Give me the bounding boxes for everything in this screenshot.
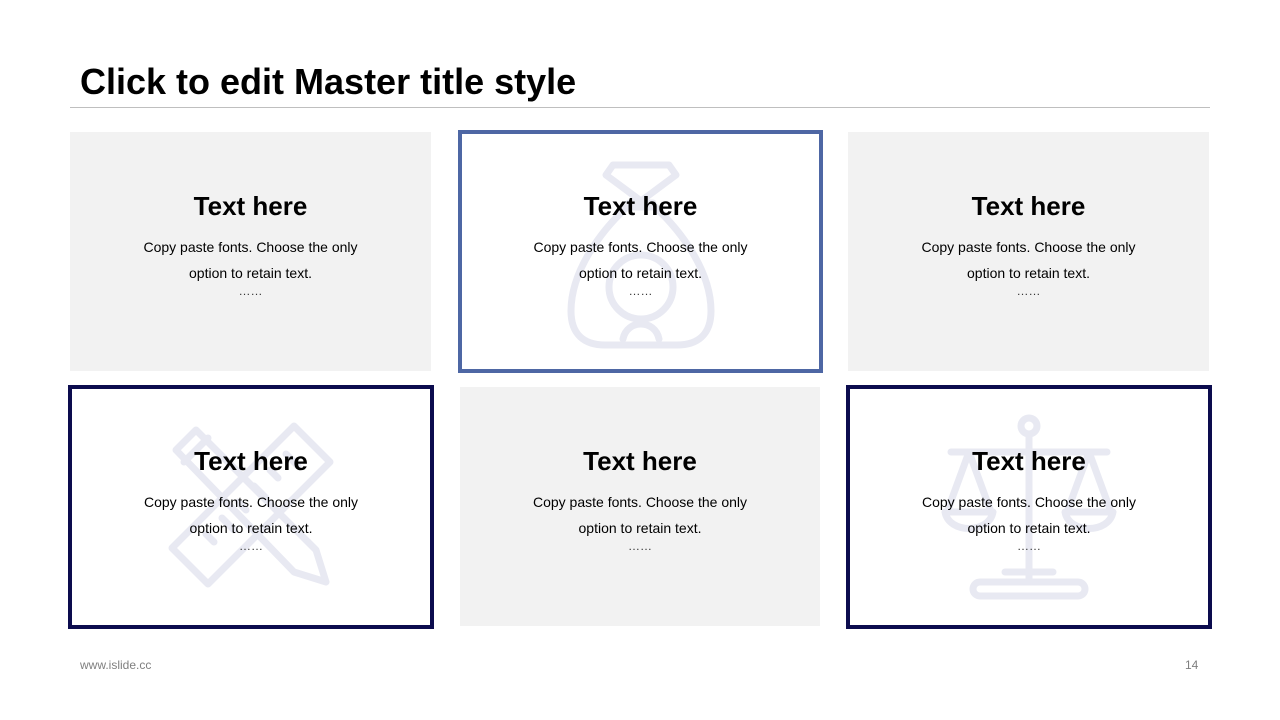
card-heading: Text here <box>583 191 698 221</box>
title-divider <box>70 107 1210 108</box>
card-ellipsis: …… <box>1017 539 1041 553</box>
footer-url: www.islide.cc <box>80 658 152 672</box>
card-heading: Text here <box>193 191 308 221</box>
card-ellipsis: …… <box>628 284 653 298</box>
card-body-line-1: Copy paste fonts. Choose the only <box>921 239 1136 255</box>
page-number: 14 <box>1185 658 1199 672</box>
card-ellipsis: …… <box>238 284 263 298</box>
card-heading: Text here <box>971 191 1086 221</box>
card-body-line-2: option to retain text. <box>967 265 1090 281</box>
card-body: Copy paste fonts. Choose the only option… <box>70 234 431 286</box>
card-body-line-2: option to retain text. <box>967 520 1091 536</box>
card-body-line-1: Copy paste fonts. Choose the only <box>533 239 748 255</box>
slide-title[interactable]: Click to edit Master title style <box>80 58 576 106</box>
card-3[interactable]: Text here Copy paste fonts. Choose the o… <box>848 132 1209 371</box>
card-body: Copy paste fonts. Choose the only option… <box>850 489 1208 541</box>
card-1[interactable]: Text here Copy paste fonts. Choose the o… <box>70 132 431 371</box>
card-body-line-1: Copy paste fonts. Choose the only <box>532 494 748 510</box>
card-heading: Text here <box>972 446 1086 476</box>
card-body-line-2: option to retain text. <box>189 265 312 281</box>
card-body-line-1: Copy paste fonts. Choose the only <box>921 494 1137 510</box>
card-2[interactable]: Text here Copy paste fonts. Choose the o… <box>458 130 823 373</box>
card-body: Copy paste fonts. Choose the only option… <box>460 489 820 541</box>
card-body: Copy paste fonts. Choose the only option… <box>72 489 430 541</box>
card-body-line-2: option to retain text. <box>579 265 702 281</box>
slide: Click to edit Master title style Text he… <box>0 0 1280 720</box>
card-body-line-2: option to retain text. <box>578 520 702 536</box>
card-heading: Text here <box>194 446 308 476</box>
card-ellipsis: …… <box>239 539 263 553</box>
card-body-line-2: option to retain text. <box>189 520 313 536</box>
card-5[interactable]: Text here Copy paste fonts. Choose the o… <box>460 387 820 626</box>
card-body-line-1: Copy paste fonts. Choose the only <box>143 494 359 510</box>
card-body: Copy paste fonts. Choose the only option… <box>848 234 1209 286</box>
card-ellipsis: …… <box>628 539 652 553</box>
card-body: Copy paste fonts. Choose the only option… <box>462 234 819 286</box>
card-ellipsis: …… <box>1016 284 1041 298</box>
card-heading: Text here <box>583 446 697 476</box>
card-4[interactable]: Text here Copy paste fonts. Choose the o… <box>68 385 434 629</box>
card-6[interactable]: Text here Copy paste fonts. Choose the o… <box>846 385 1212 629</box>
card-body-line-1: Copy paste fonts. Choose the only <box>143 239 358 255</box>
